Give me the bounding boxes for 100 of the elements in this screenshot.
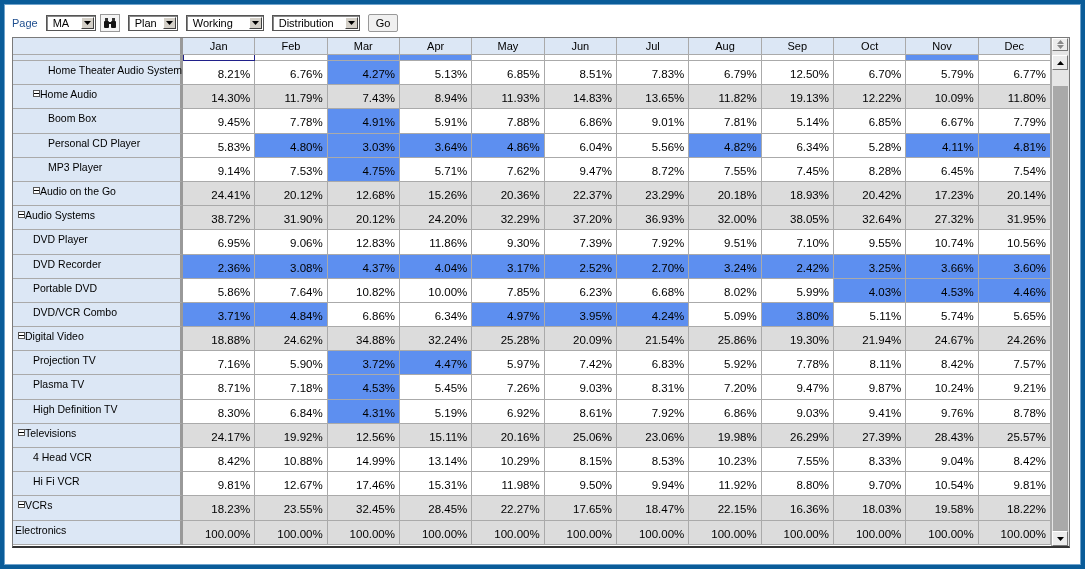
table-cell: 8.51% [544,61,617,86]
page-label: Page [12,17,38,29]
table-cell: 18.23% [183,496,256,521]
table-cell: 3.66% [906,254,979,279]
table-cell: 9.06% [255,230,328,255]
table-cell: 4.80% [255,133,328,158]
binoculars-icon[interactable] [99,14,120,32]
collapse-icon[interactable] [33,186,40,194]
table-cell: 38.72% [183,206,256,231]
table-cell: 11.79% [255,85,328,110]
filter-dropdown[interactable]: Distribution [271,15,360,31]
table-cell: 8.31% [617,375,690,400]
go-button[interactable]: Go [367,14,399,32]
arrow-up-icon [1056,60,1064,65]
dropdown-button[interactable] [248,17,262,29]
table-cell: 4.04% [400,254,473,279]
collapse-icon[interactable] [18,428,25,436]
table-cell: 10.88% [255,448,328,473]
table-cell: 7.83% [617,61,690,86]
table-cell: 10.23% [689,448,762,473]
caret-icon [251,21,259,25]
collapse-icon[interactable] [18,211,25,219]
dropdown-button[interactable] [162,17,176,29]
table-cell: 7.57% [978,351,1051,376]
column-header: Jun [544,38,617,55]
collapse-icon[interactable] [18,332,25,340]
table-cell: 9.50% [544,472,617,497]
table-cell: 36.93% [617,206,690,231]
caret-icon [83,21,91,25]
row-label: Audio on the Go [40,184,116,197]
table-cell: 5.56% [617,133,690,158]
table-cell: 8.33% [834,448,907,473]
table-cell: 9.01% [617,109,690,134]
table-cell: 5.79% [906,61,979,86]
table-cell: 20.16% [472,423,545,448]
table-cell: 4.91% [327,109,400,134]
table-cell: 8.53% [617,448,690,473]
table-cell: 7.18% [255,375,328,400]
table-cell: 2.70% [617,254,690,279]
scroll-up-button[interactable] [1052,55,1068,70]
table-cell: 24.20% [400,206,473,231]
table-cell: 8.21% [183,61,256,86]
column-header: Mar [327,38,400,55]
table-cell: 17.46% [327,472,400,497]
table-cell: 32.45% [327,496,400,521]
resize-icon[interactable] [1052,38,1068,51]
table-cell: 3.17% [472,254,545,279]
table-cell: 9.03% [544,375,617,400]
row-label: DVD/VCR Combo [33,305,118,318]
table-cell: 27.32% [906,206,979,231]
collapse-icon[interactable] [18,501,25,509]
table-cell: 3.24% [689,254,762,279]
table-cell: 6.34% [400,302,473,328]
filter-dropdown[interactable]: Plan [127,15,178,31]
table-cell: 19.92% [255,423,328,448]
table-cell: 7.53% [255,157,328,182]
table-cell: 6.83% [617,351,690,376]
table-cell: 8.72% [617,157,690,182]
row-label: Electronics [15,523,67,536]
table-cell: 18.03% [834,496,907,521]
row-label: Hi Fi VCR [33,475,80,488]
row-label: Digital Video [25,330,84,343]
table-cell: 15.31% [400,472,473,497]
table-cell: 8.28% [834,157,907,182]
table-cell: 8.94% [400,85,473,110]
table-cell: 4.84% [255,302,328,328]
table-cell: 3.64% [400,133,473,158]
scroll-down-button[interactable] [1052,531,1068,546]
table-cell: 19.30% [761,327,834,352]
table-cell: 5.92% [689,351,762,376]
table-cell: 100.00% [255,520,328,545]
table-cell: 5.28% [834,133,907,158]
dropdown-button[interactable] [344,17,358,29]
table-cell: 4.24% [617,302,690,328]
table-cell: 15.26% [400,181,473,207]
table-cell: 6.86% [689,399,762,424]
dropdown-button[interactable] [80,17,94,29]
table-cell: 32.24% [400,327,473,352]
table-cell: 6.79% [689,61,762,86]
page-dropdown[interactable]: MA [45,15,96,31]
filter-dropdown[interactable]: Working [185,15,264,31]
table-cell: 5.97% [472,351,545,376]
table-cell: 6.68% [617,278,690,303]
table-cell: 12.67% [255,472,328,497]
table-cell: 28.45% [400,496,473,521]
collapse-icon[interactable] [33,90,40,98]
table-cell: 24.67% [906,327,979,352]
table-cell: 8.42% [183,448,256,473]
table-cell: 10.00% [400,278,473,303]
table-cell: 20.42% [834,181,907,207]
table-cell: 20.09% [544,327,617,352]
caret-icon [165,21,173,25]
table-cell: 7.16% [183,351,256,376]
row-label: Audio Systems [25,209,96,222]
table-cell: 22.27% [472,496,545,521]
table-cell: 24.17% [183,423,256,448]
column-header: Jul [617,38,690,55]
table-cell: 15.11% [400,423,473,448]
table-cell: 38.05% [761,206,834,231]
table-cell: 6.84% [255,399,328,424]
